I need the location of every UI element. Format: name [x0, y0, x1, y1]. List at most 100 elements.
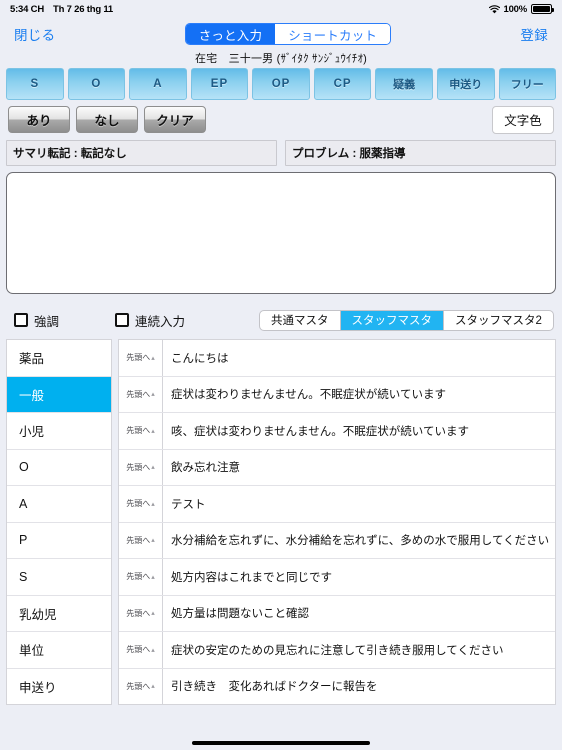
- soap-button-moushiokuri[interactable]: 申送り: [436, 68, 495, 100]
- status-time: 5:34 CH: [10, 3, 44, 15]
- sidebar-item-shouni[interactable]: 小児: [7, 413, 111, 450]
- continuous-input-checkbox[interactable]: 連続入力: [115, 311, 185, 330]
- arrow-up-icon: ▴: [151, 610, 155, 618]
- tab-quick-input[interactable]: さっと入力: [185, 24, 276, 44]
- status-date: Th 7 26 thg 11: [52, 3, 114, 15]
- soap-button-free[interactable]: フリー: [498, 68, 557, 100]
- options-row: 強調 連続入力 共通マスタ スタッフマスタ スタッフマスタ2: [0, 299, 562, 333]
- status-bar: 5:34 CH Th 7 26 thg 11 100%: [0, 0, 562, 18]
- phrase-text: こんにちは: [171, 352, 229, 365]
- move-to-top-label: 先頭へ: [126, 462, 151, 472]
- move-to-top-label: 先頭へ: [126, 572, 151, 582]
- phrase-text: 処方内容はこれまでと同じです: [171, 571, 332, 584]
- lists-container: 薬品 一般 小児 O A P S 乳幼児 単位 申送り 先頭へ ▴ こんにちは …: [0, 333, 562, 705]
- arrow-up-icon: ▴: [151, 464, 155, 472]
- tab-staff-master[interactable]: スタッフマスタ: [339, 310, 444, 330]
- phrase-text: 飲み忘れ注意: [171, 462, 240, 475]
- sidebar-item-p[interactable]: P: [7, 522, 111, 559]
- phrase-text: 処方量は問題ないこと確認: [171, 608, 309, 621]
- master-segmented-control[interactable]: 共通マスタ スタッフマスタ スタッフマスタ2: [259, 309, 554, 331]
- list-item[interactable]: 先頭へ ▴ テスト: [119, 486, 555, 523]
- list-item[interactable]: 先頭へ ▴ 引き続き 変化あればドクターに報告を: [119, 668, 555, 704]
- move-to-top-label: 先頭へ: [126, 681, 151, 691]
- list-item[interactable]: 先頭へ ▴ 処方内容はこれまでと同じです: [119, 559, 555, 596]
- phrase-text: 症状の安定のための見忘れに注意して引き続き服用してください: [171, 644, 504, 657]
- list-item[interactable]: 先頭へ ▴ 水分補給を忘れずに、水分補給を忘れずに、多めの水で服用してください: [119, 522, 555, 559]
- soap-button-o[interactable]: O: [67, 68, 126, 100]
- battery-full-icon: [531, 4, 554, 14]
- soap-button-op[interactable]: OP: [252, 68, 310, 100]
- move-to-top-button[interactable]: 先頭へ ▴: [119, 522, 163, 558]
- list-item[interactable]: 先頭へ ▴ 飲み忘れ注意: [119, 449, 555, 486]
- move-to-top-label: 先頭へ: [126, 389, 151, 399]
- register-button[interactable]: 登録: [520, 24, 548, 44]
- sidebar-item-o[interactable]: O: [7, 449, 111, 486]
- move-to-top-button[interactable]: 先頭へ ▴: [119, 376, 163, 412]
- move-to-top-label: 先頭へ: [126, 645, 151, 655]
- emphasis-label: 強調: [34, 314, 60, 329]
- list-item[interactable]: 先頭へ ▴ 症状の安定のための見忘れに注意して引き続き服用してください: [119, 632, 555, 669]
- soap-button-gigi[interactable]: 疑義: [375, 68, 433, 100]
- move-to-top-button[interactable]: 先頭へ ▴: [119, 668, 163, 704]
- summary-transfer-field[interactable]: サマリ転記 : 転記なし: [6, 140, 277, 166]
- list-item[interactable]: 先頭へ ▴ こんにちは: [119, 340, 555, 377]
- phrase-text: 水分補給を忘れずに、水分補給を忘れずに、多めの水で服用してください: [171, 535, 550, 548]
- close-button[interactable]: 閉じる: [14, 24, 55, 44]
- tab-common-master[interactable]: 共通マスタ: [260, 311, 340, 330]
- problem-field[interactable]: プロブレム : 服薬指導: [285, 140, 556, 166]
- editor-wrapper: [0, 166, 562, 299]
- move-to-top-button[interactable]: 先頭へ ▴: [119, 486, 163, 522]
- move-to-top-button[interactable]: 先頭へ ▴: [119, 632, 163, 668]
- info-bar-row: サマリ転記 : 転記なし プロブレム : 服薬指導: [0, 136, 562, 166]
- move-to-top-label: 先頭へ: [126, 608, 151, 618]
- soap-button-cp[interactable]: CP: [313, 68, 372, 100]
- soap-button-ep[interactable]: EP: [190, 68, 249, 100]
- checkbox-box-continuous[interactable]: [115, 313, 130, 327]
- continuous-input-label: 連続入力: [135, 314, 186, 329]
- note-textarea[interactable]: [6, 172, 556, 294]
- move-to-top-label: 先頭へ: [126, 535, 151, 545]
- list-item[interactable]: 先頭へ ▴ 処方量は問題ないこと確認: [119, 595, 555, 632]
- move-to-top-button[interactable]: 先頭へ ▴: [119, 340, 163, 376]
- arrow-up-icon: ▴: [151, 427, 155, 435]
- sidebar-item-nyuuyouji[interactable]: 乳幼児: [7, 595, 111, 632]
- home-indicator[interactable]: [192, 740, 370, 745]
- move-to-top-button[interactable]: 先頭へ ▴: [119, 449, 163, 485]
- mode-segmented-control[interactable]: さっと入力 ショートカット: [184, 23, 392, 45]
- patient-info: 在宅 三十一男 (ｻﾞｲﾀｸ ｻﾝｼﾞｭｳｲﾁｵ): [0, 50, 562, 66]
- checkbox-box-emphasis[interactable]: [14, 313, 28, 327]
- soap-button-s[interactable]: S: [6, 68, 64, 100]
- phrase-text: テスト: [171, 498, 206, 511]
- arrow-up-icon: ▴: [151, 391, 155, 399]
- tab-shortcut[interactable]: ショートカット: [275, 24, 391, 44]
- move-to-top-button[interactable]: 先頭へ ▴: [119, 559, 163, 595]
- text-color-button[interactable]: 文字色: [492, 105, 554, 134]
- phrase-list: 先頭へ ▴ こんにちは 先頭へ ▴ 症状は変わりませんません。不眠症状が続いてい…: [118, 339, 556, 705]
- nashi-button[interactable]: なし: [76, 106, 138, 133]
- move-to-top-button[interactable]: 先頭へ ▴: [119, 413, 163, 449]
- status-bar-right: 100%: [488, 4, 554, 15]
- category-sidebar: 薬品 一般 小児 O A P S 乳幼児 単位 申送り: [6, 339, 112, 705]
- sidebar-item-tani[interactable]: 単位: [7, 632, 111, 669]
- arrow-up-icon: ▴: [151, 500, 155, 508]
- clear-button[interactable]: クリア: [144, 106, 206, 133]
- move-to-top-label: 先頭へ: [126, 426, 151, 436]
- status-bar-left: 5:34 CH Th 7 26 thg 11: [10, 4, 113, 15]
- sidebar-item-moushiokuri[interactable]: 申送り: [7, 668, 111, 704]
- move-to-top-button[interactable]: 先頭へ ▴: [119, 595, 163, 631]
- wifi-icon: [488, 4, 500, 14]
- tab-staff-master-2[interactable]: スタッフマスタ2: [443, 310, 553, 330]
- arrow-up-icon: ▴: [151, 646, 155, 654]
- sidebar-item-yakuhin[interactable]: 薬品: [7, 340, 111, 377]
- arrow-up-icon: ▴: [151, 354, 155, 362]
- sidebar-item-s[interactable]: S: [7, 559, 111, 596]
- list-item[interactable]: 先頭へ ▴ 咳、症状は変わりませんません。不眠症状が続いています: [119, 413, 555, 450]
- navigation-bar: 閉じる さっと入力 ショートカット 登録: [0, 18, 562, 50]
- ari-button[interactable]: あり: [8, 106, 70, 133]
- sidebar-item-ippan[interactable]: 一般: [7, 376, 111, 413]
- list-item[interactable]: 先頭へ ▴ 症状は変わりませんません。不眠症状が続いています: [119, 376, 555, 413]
- sidebar-item-a[interactable]: A: [7, 486, 111, 523]
- soap-button-a[interactable]: A: [129, 68, 187, 100]
- emphasis-checkbox[interactable]: 強調: [14, 311, 59, 330]
- soap-button-row: S O A EP OP CP 疑義 申送り フリー: [0, 66, 562, 100]
